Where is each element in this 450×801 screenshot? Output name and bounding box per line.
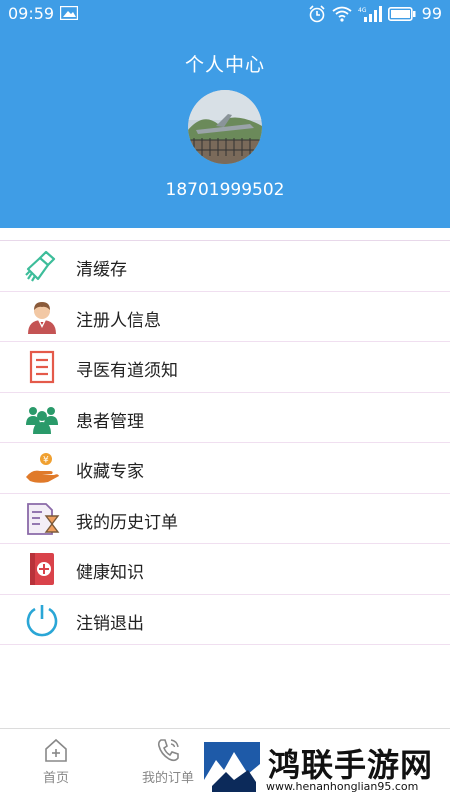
network-label: 4G: [358, 7, 367, 14]
tab-my-orders[interactable]: 我的订单: [118, 737, 218, 786]
menu-label: 清缓存: [76, 260, 127, 280]
menu-item-favorite-experts[interactable]: ¥ 收藏专家: [0, 443, 450, 494]
menu-label: 寻医有道须知: [76, 361, 178, 381]
alarm-icon: [309, 4, 325, 22]
menu-label: 注册人信息: [76, 310, 161, 331]
avatar-image: [188, 90, 262, 164]
watermark-url: www.henanhonglian95.com: [266, 780, 419, 793]
tab-home[interactable]: 首页: [6, 737, 106, 786]
battery-icon: [387, 6, 416, 21]
menu-label: 注销退出: [76, 613, 144, 634]
menu-item-patient-management[interactable]: 患者管理: [0, 393, 450, 443]
signal-icon: 4G: [358, 5, 382, 22]
medical-book-icon: [30, 553, 54, 585]
avatar[interactable]: [188, 90, 262, 164]
menu-label: 我的历史订单: [76, 512, 178, 533]
status-bar: 09:59 4G 99: [0, 0, 450, 28]
battery-level: 99: [421, 4, 442, 23]
status-time: 09:59: [8, 4, 55, 23]
history-order-icon: [27, 502, 60, 535]
watermark-logo: [204, 742, 260, 796]
phone-icon: [157, 739, 179, 762]
page-title: 个人中心: [184, 54, 265, 76]
tab-my-orders-label: 我的订单: [141, 771, 194, 786]
menu-label: 收藏专家: [76, 462, 144, 482]
wifi-icon: [332, 6, 352, 22]
broom-icon: [25, 250, 56, 282]
menu-item-registrant-info[interactable]: 注册人信息: [0, 292, 450, 342]
menu-list: 清缓存 注册人信息 寻医有道须知 患者管理 ¥ 收藏专家 我的历史订单 健康知识…: [0, 240, 450, 645]
menu-item-notice[interactable]: 寻医有道须知: [0, 342, 450, 393]
person-icon: [28, 301, 56, 334]
watermark: 鸿联手游网 www.henanhonglian95.com: [204, 742, 450, 800]
header: 09:59 4G 99 个人中心 18701999502: [0, 0, 450, 228]
svg-text:¥: ¥: [43, 456, 49, 466]
tab-home-label: 首页: [42, 771, 69, 786]
menu-item-clear-cache[interactable]: 清缓存: [0, 241, 450, 292]
status-right: 4G 99: [308, 4, 442, 23]
menu-item-history-orders[interactable]: 我的历史订单: [0, 494, 450, 544]
power-icon: [26, 604, 58, 636]
home-plus-icon: [45, 738, 67, 762]
menu-item-health-knowledge[interactable]: 健康知识: [0, 544, 450, 595]
menu-item-logout[interactable]: 注销退出: [0, 595, 450, 645]
hand-coin-icon: ¥: [26, 453, 59, 483]
menu-label: 健康知识: [76, 563, 144, 583]
user-phone: 18701999502: [165, 180, 285, 200]
document-icon: [29, 350, 55, 384]
menu-label: 患者管理: [76, 411, 144, 432]
image-notification-icon: [60, 6, 78, 20]
group-icon: [26, 406, 58, 434]
